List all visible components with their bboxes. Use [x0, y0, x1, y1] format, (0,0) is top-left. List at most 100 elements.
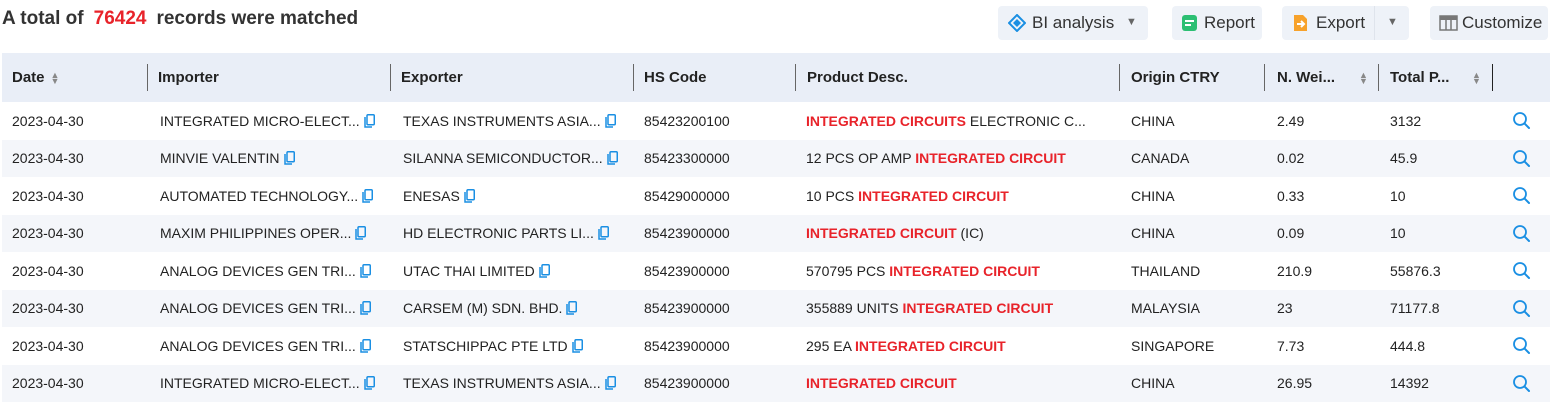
cell-date: 2023-04-30	[12, 337, 84, 354]
copy-icon[interactable]	[604, 113, 616, 128]
search-icon[interactable]	[1512, 224, 1531, 246]
copy-icon[interactable]	[571, 338, 583, 353]
cell-net-weight: 0.02	[1277, 150, 1305, 167]
cell-importer[interactable]: ANALOG DEVICES GEN TRI...	[160, 290, 371, 328]
report-button[interactable]: Report	[1172, 6, 1262, 40]
cell-hs-code: 85423900000	[644, 225, 730, 242]
copy-icon[interactable]	[604, 376, 616, 390]
copy-icon[interactable]	[362, 188, 374, 203]
cell-total-price: 3132	[1390, 112, 1422, 129]
column-divider	[795, 64, 796, 91]
cell-total-price: 71177.8	[1390, 300, 1440, 317]
table-row: 2023-04-30 MINVIE VALENTIN SILANNA SEMIC…	[2, 139, 1550, 178]
table-row: 2023-04-30 INTEGRATED MICRO-ELECT... TEX…	[2, 102, 1550, 140]
report-label: Report	[1204, 13, 1256, 32]
cell-date: 2023-04-30	[12, 300, 84, 317]
results-count: 76424	[93, 8, 147, 29]
table-row: 2023-04-30 ANALOG DEVICES GEN TRI... UTA…	[2, 252, 1550, 290]
cell-total-price: 45.9	[1390, 150, 1418, 167]
cell-hs-code: 85423300000	[644, 150, 730, 167]
cell-hs-code: 85423200100	[644, 112, 730, 129]
copy-icon[interactable]	[355, 226, 367, 240]
keyword-highlight: INTEGRATED CIRCUIT	[855, 337, 1006, 354]
table-row: 2023-04-30 AUTOMATED TECHNOLOGY... ENESA…	[2, 177, 1550, 215]
cell-importer[interactable]: MAXIM PHILIPPINES OPER...	[160, 215, 367, 253]
keyword-highlight: INTEGRATED CIRCUIT	[858, 187, 1009, 204]
cell-importer[interactable]: MINVIE VALENTIN	[160, 140, 295, 178]
copy-icon[interactable]	[464, 188, 475, 203]
sort-icon[interactable]: ▲ ▼	[1472, 70, 1481, 85]
table-row: 2023-04-30 ANALOG DEVICES GEN TRI... CAR…	[2, 289, 1550, 328]
cell-date: 2023-04-30	[12, 150, 84, 167]
copy-icon[interactable]	[363, 113, 375, 128]
cell-origin: CHINA	[1131, 187, 1175, 204]
column-divider	[1264, 64, 1265, 91]
copy-icon[interactable]	[538, 263, 550, 278]
cell-hs-code: 85423900000	[644, 262, 730, 279]
cell-origin: MALAYSIA	[1131, 300, 1200, 317]
search-icon[interactable]	[1512, 374, 1531, 396]
copy-icon[interactable]	[598, 226, 609, 240]
customize-button[interactable]: Customize	[1430, 6, 1548, 40]
search-icon[interactable]	[1512, 261, 1531, 283]
export-button[interactable]: Export ▼	[1282, 6, 1409, 40]
cell-hs-code: 85423900000	[644, 375, 730, 392]
copy-icon[interactable]	[363, 376, 375, 390]
sort-icon[interactable]: ▲ ▼	[51, 70, 60, 85]
column-hs-code[interactable]: HS Code	[644, 53, 707, 102]
search-icon[interactable]	[1512, 149, 1531, 171]
bi-analysis-button[interactable]: BI analysis ▼	[998, 6, 1148, 40]
copy-icon[interactable]	[360, 338, 371, 353]
cell-exporter[interactable]: STATSCHIPPAC PTE LTD	[403, 327, 583, 365]
search-icon[interactable]	[1512, 336, 1531, 358]
column-product-desc[interactable]: Product Desc.	[807, 53, 908, 102]
copy-icon[interactable]	[566, 301, 578, 315]
sort-icon[interactable]: ▲ ▼	[1359, 70, 1368, 85]
cell-exporter[interactable]: CARSEM (M) SDN. BHD.	[403, 290, 578, 328]
column-importer[interactable]: Importer	[158, 53, 219, 102]
column-date[interactable]: Date ▲ ▼	[12, 53, 59, 102]
cell-importer[interactable]: INTEGRATED MICRO-ELECT...	[160, 102, 375, 140]
customize-label: Customize	[1462, 13, 1543, 32]
search-icon[interactable]	[1512, 111, 1531, 133]
cell-hs-code: 85423900000	[644, 300, 730, 317]
cell-importer[interactable]: INTEGRATED MICRO-ELECT...	[160, 365, 375, 403]
column-exporter[interactable]: Exporter	[401, 53, 463, 102]
cell-exporter[interactable]: HD ELECTRONIC PARTS LI...	[403, 215, 609, 253]
keyword-highlight: INTEGRATED CIRCUIT	[806, 375, 957, 392]
cell-product-desc: INTEGRATED CIRCUIT (IC)	[806, 225, 984, 242]
cell-exporter[interactable]: UTAC THAI LIMITED	[403, 252, 550, 290]
cell-net-weight: 2.49	[1277, 112, 1305, 129]
cell-date: 2023-04-30	[12, 187, 84, 204]
column-divider	[390, 64, 391, 91]
cell-net-weight: 0.09	[1277, 225, 1305, 242]
copy-icon[interactable]	[360, 301, 371, 315]
cell-exporter[interactable]: ENESAS	[403, 177, 475, 215]
keyword-highlight: INTEGRATED CIRCUITS	[806, 112, 966, 129]
cell-importer[interactable]: ANALOG DEVICES GEN TRI...	[160, 252, 371, 290]
copy-icon[interactable]	[283, 151, 295, 165]
cell-product-desc: 355889 UNITS INTEGRATED CIRCUIT	[806, 300, 1054, 317]
cell-hs-code: 85423900000	[644, 337, 730, 354]
column-total-price[interactable]: Total P...	[1390, 53, 1449, 102]
column-origin-ctry[interactable]: Origin CTRY	[1131, 53, 1220, 102]
keyword-highlight: INTEGRATED CIRCUIT	[902, 300, 1054, 317]
column-divider	[147, 64, 148, 91]
cell-exporter[interactable]: TEXAS INSTRUMENTS ASIA...	[403, 365, 616, 403]
cell-importer[interactable]: AUTOMATED TECHNOLOGY...	[160, 177, 374, 215]
cell-date: 2023-04-30	[12, 112, 84, 129]
report-icon	[1181, 14, 1198, 32]
cell-exporter[interactable]: TEXAS INSTRUMENTS ASIA...	[403, 102, 616, 140]
search-icon[interactable]	[1512, 299, 1531, 321]
cell-product-desc: 295 EA INTEGRATED CIRCUIT	[806, 337, 1006, 354]
copy-icon[interactable]	[606, 151, 618, 165]
search-icon[interactable]	[1512, 186, 1531, 208]
table-header: Date ▲ ▼ Importer Exporter HS Code Produc…	[2, 53, 1550, 102]
cell-exporter[interactable]: SILANNA SEMICONDUCTOR...	[403, 140, 618, 178]
cell-total-price: 10	[1390, 225, 1406, 242]
copy-icon[interactable]	[360, 263, 371, 278]
export-dropdown-icon[interactable]: ▼	[1387, 16, 1398, 28]
cell-origin: SINGAPORE	[1131, 337, 1215, 354]
column-net-weight[interactable]: N. Wei...	[1277, 53, 1335, 102]
cell-importer[interactable]: ANALOG DEVICES GEN TRI...	[160, 327, 371, 365]
